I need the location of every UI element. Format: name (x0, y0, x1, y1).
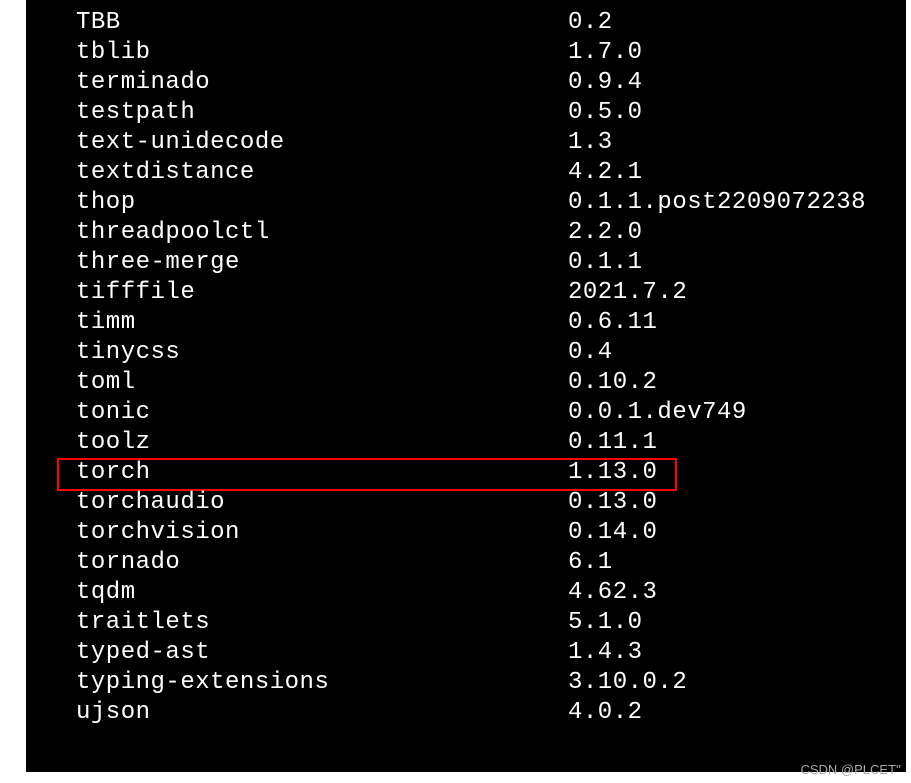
package-name: torchvision (76, 518, 568, 548)
package-version: 0.2 (568, 8, 886, 38)
package-name: traitlets (76, 608, 568, 638)
package-name: tifffile (76, 278, 568, 308)
package-name: terminado (76, 68, 568, 98)
watermark-text: CSDN @PLCET'' (800, 762, 901, 777)
package-name: typing-extensions (76, 668, 568, 698)
package-name: TBB (76, 8, 568, 38)
package-row: torchvision0.14.0 (76, 518, 886, 548)
package-version: 0.10.2 (568, 368, 886, 398)
package-name: typed-ast (76, 638, 568, 668)
package-name: tonic (76, 398, 568, 428)
package-name: three-merge (76, 248, 568, 278)
package-version: 0.1.1.post2209072238 (568, 188, 886, 218)
package-name: text-unidecode (76, 128, 568, 158)
package-name: toml (76, 368, 568, 398)
package-version: 0.4 (568, 338, 886, 368)
package-version: 4.2.1 (568, 158, 886, 188)
package-row: tonic0.0.1.dev749 (76, 398, 886, 428)
package-row: typed-ast1.4.3 (76, 638, 886, 668)
package-version: 6.1 (568, 548, 886, 578)
package-row: terminado0.9.4 (76, 68, 886, 98)
package-row: tblib1.7.0 (76, 38, 886, 68)
package-name: testpath (76, 98, 568, 128)
package-version: 0.6.11 (568, 308, 886, 338)
package-row: three-merge0.1.1 (76, 248, 886, 278)
package-name: torch (76, 458, 568, 488)
package-row: testpath0.5.0 (76, 98, 886, 128)
terminal-output: TBB0.2tblib1.7.0terminado0.9.4testpath0.… (26, 0, 906, 772)
package-version: 2021.7.2 (568, 278, 886, 308)
package-version: 3.10.0.2 (568, 668, 886, 698)
package-row: tqdm4.62.3 (76, 578, 886, 608)
package-row: torch1.13.0 (76, 458, 886, 488)
package-name: tqdm (76, 578, 568, 608)
package-version: 0.13.0 (568, 488, 886, 518)
package-version: 0.14.0 (568, 518, 886, 548)
package-name: toolz (76, 428, 568, 458)
package-row: tinycss0.4 (76, 338, 886, 368)
package-version: 0.5.0 (568, 98, 886, 128)
package-row: thop0.1.1.post2209072238 (76, 188, 886, 218)
package-row: typing-extensions3.10.0.2 (76, 668, 886, 698)
package-row: timm0.6.11 (76, 308, 886, 338)
package-version: 5.1.0 (568, 608, 886, 638)
package-row: torchaudio0.13.0 (76, 488, 886, 518)
package-row: tifffile2021.7.2 (76, 278, 886, 308)
package-row: threadpoolctl2.2.0 (76, 218, 886, 248)
package-row: toml0.10.2 (76, 368, 886, 398)
package-name: ujson (76, 698, 568, 728)
package-version: 0.1.1 (568, 248, 886, 278)
package-row: traitlets5.1.0 (76, 608, 886, 638)
package-version: 4.0.2 (568, 698, 886, 728)
package-version: 1.4.3 (568, 638, 886, 668)
package-name: torchaudio (76, 488, 568, 518)
package-list: TBB0.2tblib1.7.0terminado0.9.4testpath0.… (76, 8, 886, 728)
package-name: textdistance (76, 158, 568, 188)
package-version: 0.9.4 (568, 68, 886, 98)
package-row: ujson4.0.2 (76, 698, 886, 728)
package-version: 2.2.0 (568, 218, 886, 248)
package-version: 0.11.1 (568, 428, 886, 458)
package-row: tornado6.1 (76, 548, 886, 578)
package-version: 1.13.0 (568, 458, 886, 488)
package-name: threadpoolctl (76, 218, 568, 248)
package-version: 1.7.0 (568, 38, 886, 68)
package-version: 1.3 (568, 128, 886, 158)
package-name: tblib (76, 38, 568, 68)
package-row: text-unidecode1.3 (76, 128, 886, 158)
package-row: textdistance4.2.1 (76, 158, 886, 188)
package-name: tornado (76, 548, 568, 578)
package-version: 4.62.3 (568, 578, 886, 608)
package-name: timm (76, 308, 568, 338)
package-row: toolz0.11.1 (76, 428, 886, 458)
package-name: tinycss (76, 338, 568, 368)
package-version: 0.0.1.dev749 (568, 398, 886, 428)
package-row: TBB0.2 (76, 8, 886, 38)
package-name: thop (76, 188, 568, 218)
